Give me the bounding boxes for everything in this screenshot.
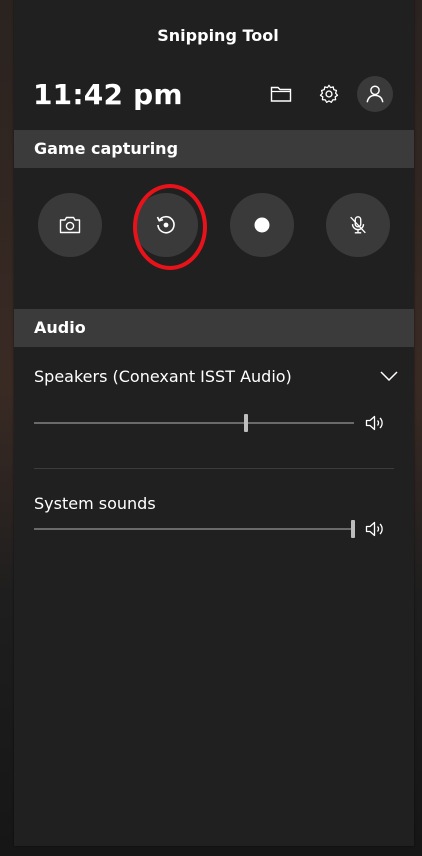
system-sounds-mute-button[interactable] <box>364 519 386 539</box>
audio-heading: Audio <box>14 309 414 347</box>
settings-button[interactable] <box>311 76 347 112</box>
audio-device-label: Speakers (Conexant ISST Audio) <box>34 366 292 386</box>
game-capturing-heading: Game capturing <box>14 130 414 168</box>
window-title: Snipping Tool <box>157 26 279 45</box>
clock-time: 11:42 pm <box>33 78 183 111</box>
speaker-volume-icon <box>365 521 383 537</box>
speakers-mute-button[interactable] <box>364 413 386 433</box>
recent-capture-icon <box>156 215 175 234</box>
start-recording-button[interactable] <box>230 193 294 257</box>
audio-device-select[interactable]: Speakers (Conexant ISST Audio) <box>34 362 398 390</box>
slider-thumb[interactable] <box>351 520 355 538</box>
screenshot-button[interactable] <box>38 193 102 257</box>
camera-icon <box>59 216 81 234</box>
folder-icon <box>270 86 292 102</box>
game-bar-panel: Snipping Tool 11:42 pm Game capturing Au… <box>14 0 414 846</box>
section-divider <box>34 468 394 469</box>
open-folder-button[interactable] <box>263 76 299 112</box>
gear-icon <box>319 84 339 103</box>
system-sounds-label: System sounds <box>34 494 156 513</box>
slider-track <box>34 422 354 424</box>
microphone-toggle-button[interactable] <box>326 193 390 257</box>
screen: Snipping Tool 11:42 pm Game capturing Au… <box>0 0 422 856</box>
mic-off-icon <box>350 216 366 234</box>
record-dot-icon <box>254 217 270 233</box>
speakers-volume-slider[interactable] <box>34 413 356 433</box>
account-button[interactable] <box>357 76 393 112</box>
slider-thumb[interactable] <box>244 414 248 432</box>
user-icon <box>366 85 384 103</box>
speaker-volume-icon <box>365 415 383 431</box>
record-last-30s-button[interactable] <box>134 193 198 257</box>
slider-track <box>34 528 354 530</box>
system-sounds-volume-slider[interactable] <box>34 519 356 539</box>
chevron-down-icon <box>380 371 398 381</box>
